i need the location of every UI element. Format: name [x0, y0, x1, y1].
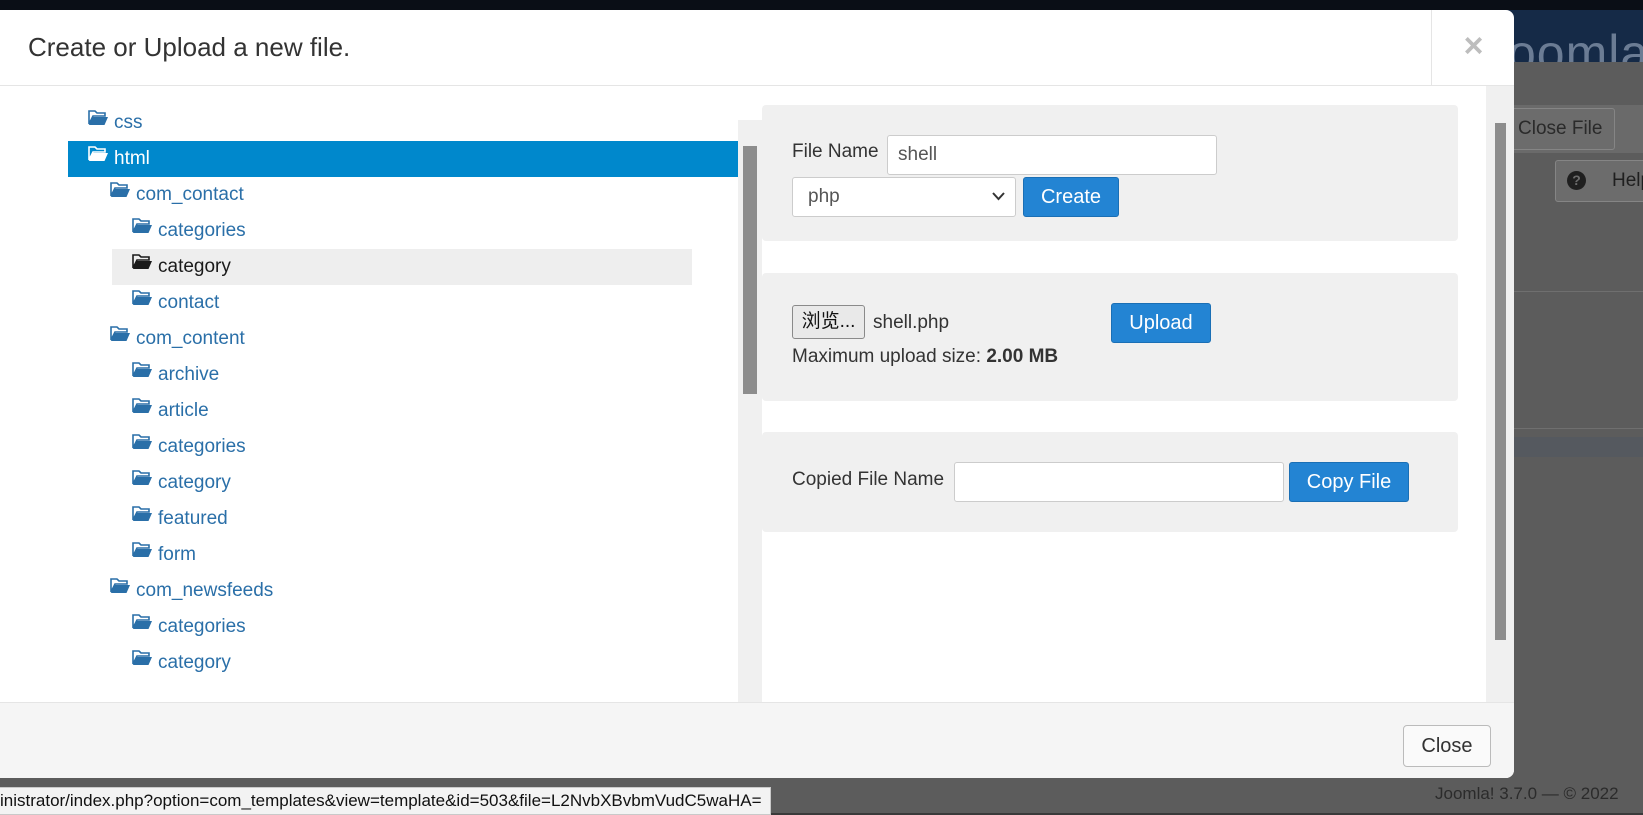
- tree-folder-label: featured: [158, 508, 228, 529]
- folder-open-icon: [88, 103, 109, 139]
- tree-folder-item[interactable]: categories: [132, 429, 738, 465]
- chevron-down-icon: [992, 178, 1005, 231]
- selected-file-name: shell.php: [873, 312, 950, 333]
- modal-header: Create or Upload a new file. ×: [0, 10, 1514, 86]
- create-button[interactable]: Create: [1023, 177, 1119, 217]
- folder-open-icon: [132, 211, 153, 247]
- background-top-strip: [0, 0, 1643, 10]
- folder-open-icon: [132, 499, 153, 535]
- max-upload-size-label: Maximum upload size:: [792, 346, 982, 367]
- folder-open-icon: [110, 319, 131, 355]
- tree-folder-item[interactable]: category: [112, 249, 692, 285]
- tree-folder-item[interactable]: html: [68, 141, 738, 177]
- file-extension-select[interactable]: php: [792, 177, 1016, 217]
- file-name-input[interactable]: [887, 135, 1217, 175]
- folder-open-icon: [110, 571, 131, 607]
- tree-folder-item[interactable]: article: [132, 393, 738, 429]
- tree-folder-label: com_newsfeeds: [136, 580, 274, 601]
- modal-close-icon[interactable]: ×: [1431, 10, 1514, 85]
- tree-folder-label: form: [158, 544, 196, 565]
- tree-folder-item[interactable]: com_content: [110, 321, 738, 357]
- tree-folder-item[interactable]: contact: [132, 285, 738, 321]
- new-file-modal: Create or Upload a new file. × css html co…: [0, 10, 1514, 778]
- tree-folder-label: category: [158, 652, 231, 673]
- tree-folder-label: com_contact: [136, 184, 244, 205]
- modal-title: Create or Upload a new file.: [28, 32, 351, 62]
- folder-open-icon: [132, 607, 153, 643]
- folder-open-icon: [132, 535, 153, 571]
- tree-folder-label: categories: [158, 220, 246, 241]
- tree-folder-label: com_content: [136, 328, 245, 349]
- upload-file-panel: 浏览... shell.php Upload Maximum upload si…: [762, 273, 1458, 401]
- tree-folder-label: archive: [158, 364, 220, 385]
- tree-folder-item[interactable]: css: [88, 105, 738, 141]
- background-footer-version: Joomla! 3.7.0 — © 2022: [1435, 784, 1619, 803]
- right-scrollbar-thumb[interactable]: [1495, 123, 1506, 640]
- tree-folder-label: category: [158, 472, 231, 493]
- file-name-label: File Name: [792, 141, 879, 162]
- folder-open-icon: [132, 247, 153, 283]
- tree-folder-item[interactable]: com_newsfeeds: [110, 573, 738, 609]
- copy-file-button[interactable]: Copy File: [1289, 462, 1409, 502]
- tree-folder-item[interactable]: categories: [132, 609, 738, 645]
- browser-status-url: inistrator/index.php?option=com_template…: [0, 787, 771, 815]
- copied-file-name-input[interactable]: [954, 462, 1284, 502]
- create-file-panel: File Name php Create: [762, 105, 1458, 241]
- tree-folder-label: contact: [158, 292, 220, 313]
- modal-footer: Close: [0, 702, 1514, 778]
- copy-file-panel: Copied File Name Copy File: [762, 432, 1458, 532]
- upload-button[interactable]: Upload: [1111, 303, 1211, 343]
- folder-open-icon: [110, 175, 131, 211]
- file-extension-value: php: [808, 186, 840, 207]
- tree-folder-label: categories: [158, 616, 246, 637]
- tree-folder-item[interactable]: category: [132, 645, 738, 681]
- folder-open-icon: [88, 139, 109, 175]
- tree-folder-item[interactable]: featured: [132, 501, 738, 537]
- modal-body: css html com_contact categories category cont…: [0, 86, 1514, 702]
- background-help-label: Help: [1612, 170, 1643, 191]
- tree-scrollbar-thumb[interactable]: [743, 146, 757, 394]
- background-band: [1513, 437, 1643, 457]
- browse-button[interactable]: 浏览...: [792, 305, 865, 339]
- tree-folder-item[interactable]: form: [132, 537, 738, 573]
- background-divider: [1513, 428, 1643, 429]
- tree-folder-label: categories: [158, 436, 246, 457]
- close-button[interactable]: Close: [1403, 725, 1491, 767]
- background-close-file-button: Close File: [1505, 108, 1616, 150]
- tree-folder-label: html: [114, 148, 150, 169]
- question-icon: ?: [1567, 171, 1586, 190]
- max-upload-size-value: 2.00 MB: [986, 346, 1059, 367]
- tree-folder-item[interactable]: category: [132, 465, 738, 501]
- folder-open-icon: [132, 283, 153, 319]
- tree-folder-item[interactable]: archive: [132, 357, 738, 393]
- background-divider: [1513, 291, 1643, 292]
- folder-open-icon: [132, 391, 153, 427]
- folder-tree: css html com_contact categories category cont…: [0, 86, 738, 702]
- file-actions-area: File Name php Create 浏览... shell.php Upl…: [762, 86, 1486, 702]
- max-upload-size: Maximum upload size: 2.00 MB: [792, 346, 1058, 368]
- copied-file-name-label: Copied File Name: [792, 469, 945, 490]
- tree-folder-label: css: [114, 112, 143, 133]
- tree-folder-label: article: [158, 400, 209, 421]
- folder-open-icon: [132, 463, 153, 499]
- tree-folder-label: category: [158, 256, 231, 277]
- folder-open-icon: [132, 355, 153, 391]
- tree-folder-item[interactable]: categories: [132, 213, 738, 249]
- tree-folder-item[interactable]: com_contact: [110, 177, 738, 213]
- folder-open-icon: [132, 427, 153, 463]
- folder-open-icon: [132, 643, 153, 679]
